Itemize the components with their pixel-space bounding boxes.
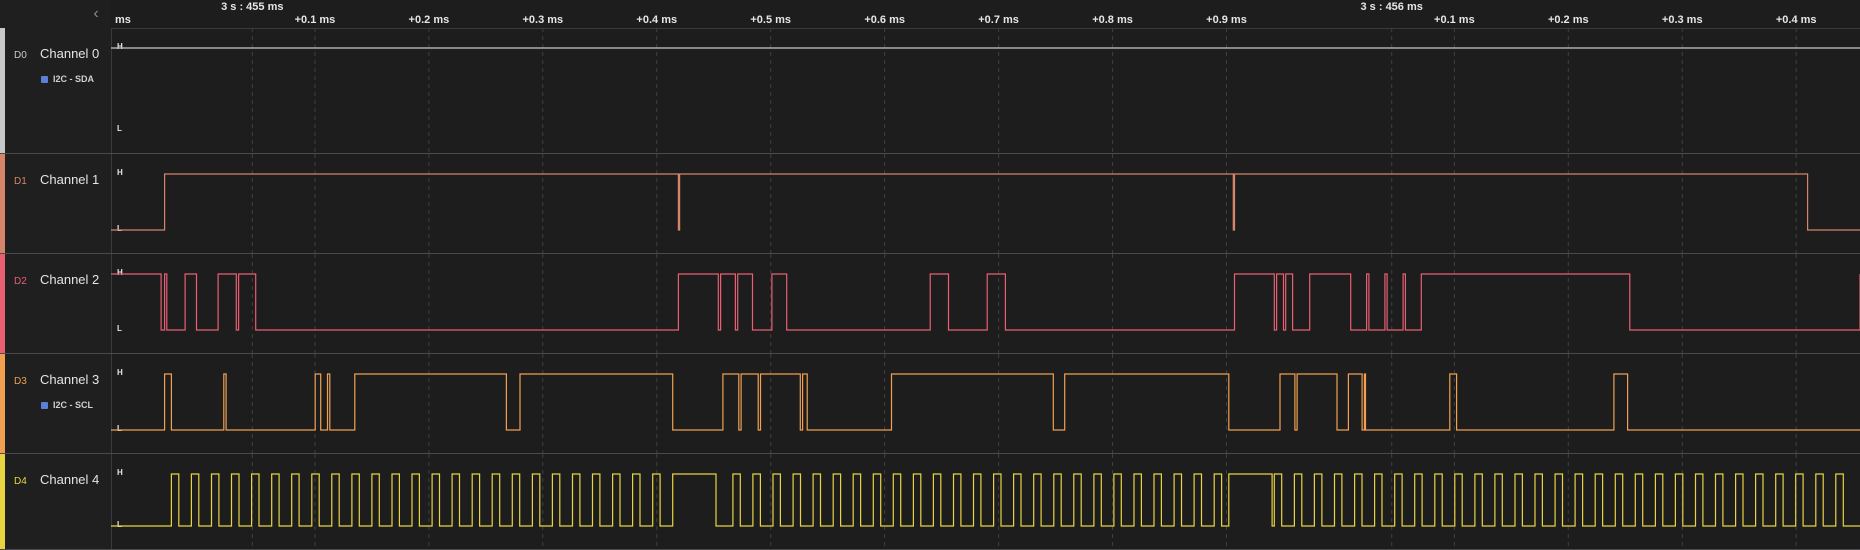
collapse-panel-chevron-icon[interactable]: ‹ [88,4,104,24]
time-ruler-tick-label: +0.2 ms [1547,14,1589,26]
waveform-area[interactable] [111,154,1860,253]
waveform-area[interactable] [111,454,1860,549]
time-ruler-tick-label: +0.5 ms [750,14,792,26]
time-ruler-tick-label: +0.3 ms [1661,14,1703,26]
channel-id-label: D3 [14,376,27,387]
digital-waveform-trace [111,273,1860,331]
digital-waveform-trace [111,473,1860,527]
time-ruler-tick-label: +0.1 ms [294,14,336,26]
waveform-svg [111,154,1860,253]
waveform-svg [111,354,1860,453]
digital-waveform-trace [111,373,1860,431]
analyzer-label: I2C - SDA [53,74,95,84]
waveform-area[interactable] [111,254,1860,353]
time-ruler[interactable]: ms +0.1 ms +0.2 ms +0.3 ms +0.4 ms +0.5 ms +0… [111,0,1860,29]
analyzer-tag[interactable]: I2C - SCL [41,400,93,410]
channel-id-label: D0 [14,50,27,61]
logic-analyzer-window: ‹ ms +0.1 ms +0.2 ms +0.3 ms +0.4 ms +0.5 ms… [0,0,1860,550]
channel-id-label: D1 [14,176,27,187]
analyzer-color-icon [41,401,48,409]
analyzer-color-icon [41,75,48,83]
time-ruler-tick-label: +0.4 ms [1775,14,1817,26]
time-ruler-major-label: 3 s : 456 ms [1360,1,1423,13]
channel-row-d0[interactable]: D0 Channel 0 I2C - SDA H L [0,28,1860,154]
channel-color-indicator [0,254,5,353]
waveform-area[interactable] [111,28,1860,153]
channel-name-label[interactable]: Channel 3 [40,372,99,387]
time-ruler-tick-label: +0.9 ms [1206,14,1247,26]
digital-waveform-trace [111,173,1860,231]
time-ruler-unit-label: ms [115,14,131,26]
analyzer-tag[interactable]: I2C - SDA [41,74,94,84]
channel-color-indicator [0,28,5,153]
channel-id-label: D4 [14,476,27,487]
channel-color-indicator [0,354,5,453]
analyzer-label: I2C - SCL [53,400,94,410]
channel-row-d3[interactable]: D3 Channel 3 I2C - SCL H L [0,354,1860,454]
channel-name-label[interactable]: Channel 2 [40,272,99,287]
channel-row-d1[interactable]: D1 Channel 1HL [0,154,1860,254]
channel-row-d2[interactable]: D2 Channel 2HL [0,254,1860,354]
time-ruler-tick-label: +0.1 ms [1434,14,1475,26]
time-ruler-tick-label: +0.6 ms [864,14,905,26]
channel-name-label[interactable]: Channel 4 [40,472,99,487]
time-ruler-tick-label: +0.4 ms [636,14,678,26]
channel-name-label[interactable]: Channel 0 [40,46,99,61]
channel-row-d4[interactable]: D4 Channel 4HL [0,454,1860,550]
channel-color-indicator [0,154,5,253]
time-ruler-tick-label: +0.2 ms [408,14,450,26]
waveform-svg [111,28,1860,153]
time-ruler-tick-label: +0.3 ms [522,14,564,26]
channel-name-label[interactable]: Channel 1 [40,172,99,187]
time-ruler-tick-label: +0.8 ms [1092,14,1133,26]
time-ruler-tick-label: +0.7 ms [978,14,1019,26]
time-ruler-major-label: 3 s : 455 ms [221,1,284,13]
waveform-svg [111,454,1860,549]
channel-color-indicator [0,454,5,549]
channel-id-label: D2 [14,276,27,287]
waveform-svg [111,254,1860,353]
waveform-area[interactable] [111,354,1860,453]
